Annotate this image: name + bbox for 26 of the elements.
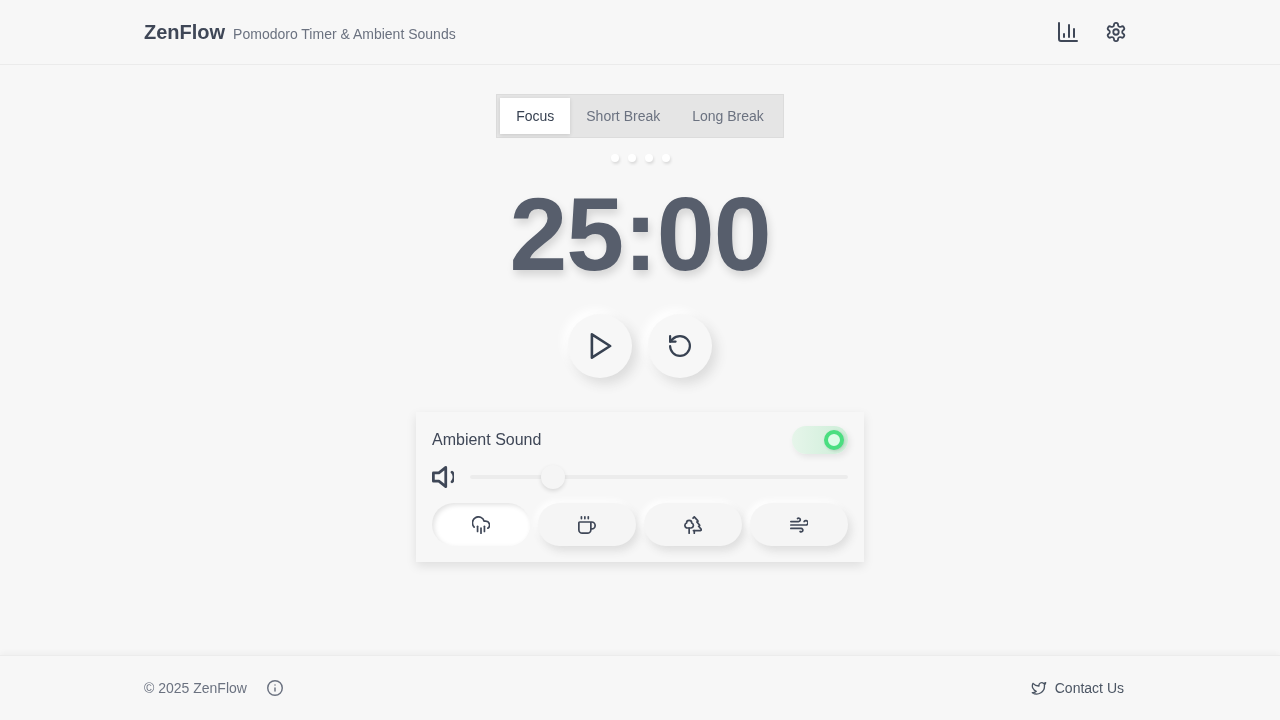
app-tagline: Pomodoro Timer & Ambient Sounds (233, 25, 456, 42)
contact-us-link[interactable]: Contact Us (1030, 680, 1124, 696)
trees-icon (684, 515, 702, 534)
info-icon (266, 680, 283, 696)
bar-chart-icon (1058, 22, 1078, 42)
ambient-sound-toggle[interactable] (792, 426, 848, 454)
settings-icon (1106, 22, 1126, 42)
wind-icon (790, 515, 808, 534)
reset-icon (669, 333, 691, 359)
sound-button[interactable] (644, 503, 742, 546)
app-logo: ZenFlow (144, 20, 226, 44)
copyright-text: © 2025 ZenFlow (144, 680, 247, 696)
info-button[interactable] (266, 680, 283, 696)
play-icon (590, 333, 612, 359)
mode-tab[interactable]: Long Break (676, 98, 780, 134)
volume-icon (432, 466, 454, 488)
timer-display: 25:00 (509, 182, 771, 286)
sound-button[interactable] (750, 503, 848, 546)
mode-tab[interactable]: Focus (500, 98, 571, 134)
mode-tab[interactable]: Short Break (570, 98, 677, 134)
sound-button[interactable] (432, 503, 530, 546)
ambient-sound-title: Ambient Sound (432, 431, 542, 449)
sound-button[interactable] (538, 503, 636, 546)
bird-icon (1030, 680, 1047, 696)
coffee-cup-icon (578, 515, 596, 534)
cloud-rain-icon (472, 515, 490, 534)
